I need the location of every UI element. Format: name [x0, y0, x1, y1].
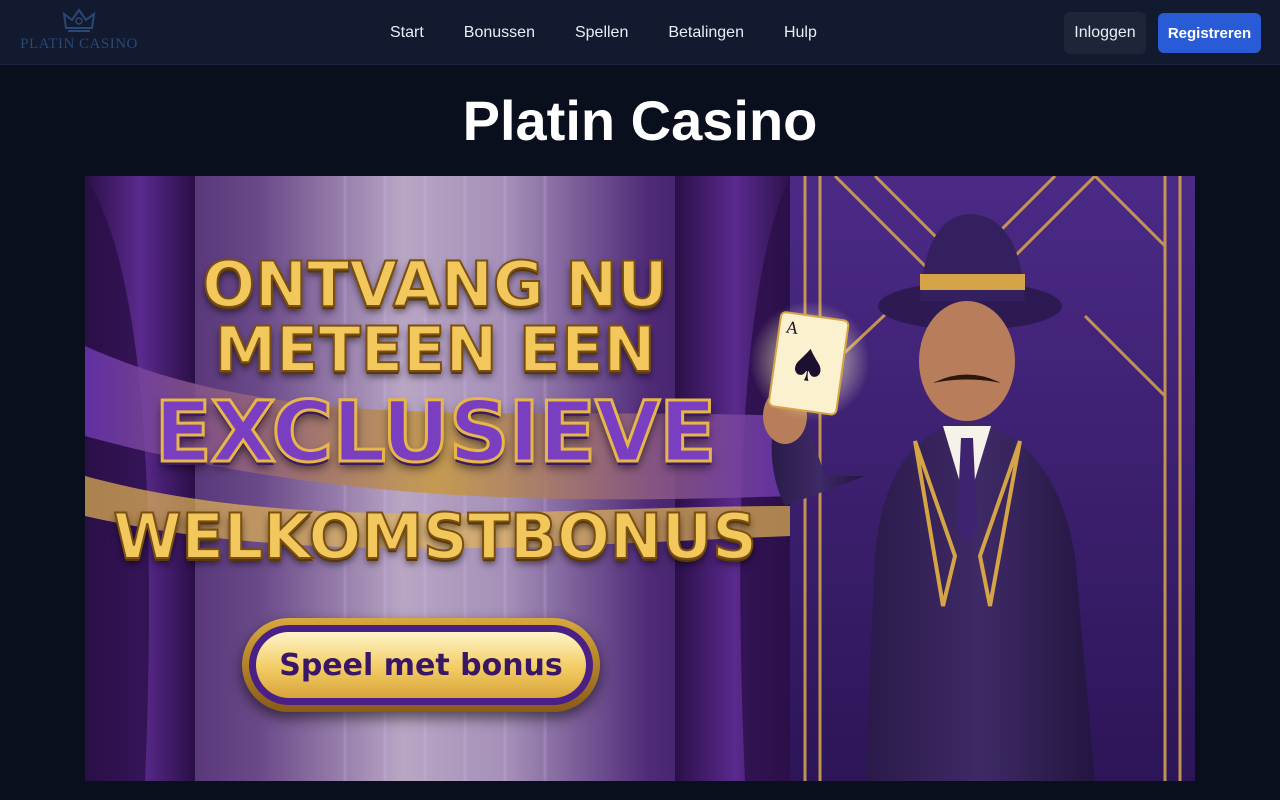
cta-label: Speel met bonus	[256, 632, 586, 698]
banner-headline-line2: METEEN EEN	[213, 313, 656, 386]
nav-item-hulp[interactable]: Hulp	[764, 24, 837, 42]
main-nav: Start Bonussen Spellen Betalingen Hulp	[370, 0, 837, 65]
nav-item-betalingen[interactable]: Betalingen	[648, 24, 764, 42]
page-title: Platin Casino	[462, 89, 818, 152]
card-suit: ♠	[785, 338, 831, 394]
banner-headline-line4: WELKOMSTBONUS	[112, 500, 758, 573]
play-with-bonus-button[interactable]: Speel met bonus	[242, 618, 600, 712]
banner-headline-line3: EXCLUSIEVE	[153, 383, 718, 481]
logo-text: PLATIN CASINO	[20, 36, 138, 52]
nav-item-start[interactable]: Start	[370, 24, 444, 42]
logo[interactable]: PLATIN CASINO	[16, 8, 142, 58]
nav-item-spellen[interactable]: Spellen	[555, 24, 648, 42]
banner-headline-line1: ONTVANG NU	[201, 248, 668, 321]
crown-emblem-icon	[62, 8, 96, 32]
nav-item-bonussen[interactable]: Bonussen	[444, 24, 555, 42]
promo-banner[interactable]: A ♠ ONTVANG NU METEEN EEN EXCLUSIEVE WEL…	[85, 176, 1195, 781]
login-button[interactable]: Inloggen	[1064, 12, 1146, 54]
cta-frame: Speel met bonus	[249, 625, 593, 705]
register-button[interactable]: Registreren	[1158, 13, 1261, 53]
site-header: PLATIN CASINO Start Bonussen Spellen Bet…	[0, 0, 1280, 65]
